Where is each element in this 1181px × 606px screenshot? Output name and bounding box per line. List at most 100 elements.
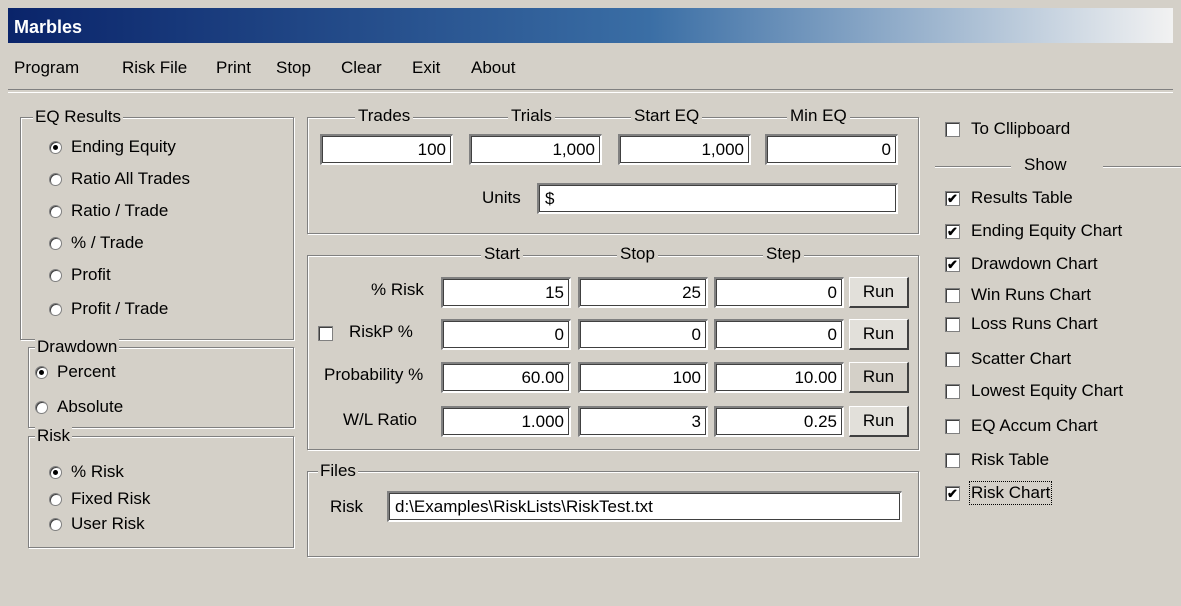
eq-ratio-all-trades-radio[interactable]: Ratio All Trades — [49, 168, 190, 190]
checkbox-icon — [945, 316, 960, 332]
pct-risk-stop-input[interactable]: 25 — [578, 277, 708, 308]
show-lowest-equity-chart-checkbox[interactable]: Lowest Equity Chart — [945, 380, 1123, 402]
trades-header: Trades — [355, 106, 414, 126]
radio-icon — [49, 172, 62, 186]
riskp-stop-input[interactable]: 0 — [578, 319, 708, 350]
risk-file-label: Risk — [330, 497, 364, 516]
trades-input[interactable]: 100 — [320, 134, 453, 165]
show-risk-table-checkbox[interactable]: Risk Table — [945, 449, 1049, 471]
risk-legend: Risk — [35, 426, 73, 446]
show-eq-accum-chart-checkbox[interactable]: EQ Accum Chart — [945, 415, 1098, 437]
start-eq-header: Start EQ — [631, 106, 703, 126]
checkbox-icon — [945, 383, 960, 399]
probability-label: Probability % — [324, 365, 424, 384]
pct-risk-label: % Risk — [371, 280, 424, 299]
show-ending-equity-chart-checkbox[interactable]: ✔ Ending Equity Chart — [945, 220, 1122, 242]
probability-stop-input[interactable]: 100 — [578, 362, 708, 393]
wl-ratio-run-button[interactable]: Run — [849, 406, 909, 437]
drawdown-legend: Drawdown — [35, 337, 120, 357]
show-drawdown-chart-checkbox[interactable]: ✔ Drawdown Chart — [945, 253, 1098, 275]
riskp-run-button[interactable]: Run — [849, 319, 909, 350]
eq-results-legend: EQ Results — [33, 107, 123, 127]
eq-percent-per-trade-radio[interactable]: % / Trade — [49, 232, 144, 254]
eq-ending-equity-radio[interactable]: Ending Equity — [49, 136, 176, 158]
risk-percent-radio[interactable]: % Risk — [49, 461, 124, 483]
menu-about[interactable]: About — [471, 58, 515, 78]
eq-results-group: EQ Results Ending Equity Ratio All Trade… — [20, 107, 294, 340]
radio-icon — [35, 400, 48, 414]
wl-ratio-stop-input[interactable]: 3 — [578, 406, 708, 437]
eq-profit-per-trade-radio[interactable]: Profit / Trade — [49, 298, 168, 320]
show-risk-chart-checkbox[interactable]: ✔ Risk Chart — [945, 481, 1053, 505]
probability-step-input[interactable]: 10.00 — [714, 362, 844, 393]
show-win-runs-chart-checkbox[interactable]: Win Runs Chart — [945, 284, 1091, 306]
radio-selected-icon — [35, 365, 48, 379]
step-header: Step — [763, 244, 804, 264]
show-header: Show — [1024, 155, 1067, 174]
checkmark-icon: ✔ — [945, 485, 960, 501]
radio-icon — [49, 268, 62, 282]
radio-icon — [49, 204, 62, 218]
start-eq-input[interactable]: 1,000 — [618, 134, 751, 165]
riskp-checkbox[interactable] — [318, 322, 344, 344]
checkbox-icon — [945, 452, 960, 468]
probability-run-button[interactable]: Run — [849, 362, 909, 393]
show-results-table-checkbox[interactable]: ✔ Results Table — [945, 187, 1073, 209]
radio-selected-icon — [49, 140, 62, 154]
checkbox-icon — [318, 325, 333, 341]
eq-ratio-per-trade-radio[interactable]: Ratio / Trade — [49, 200, 168, 222]
menu-bar: Program Risk File Print Stop Clear Exit … — [8, 48, 1173, 88]
checkbox-icon — [945, 287, 960, 303]
risk-user-radio[interactable]: User Risk — [49, 513, 145, 535]
wl-ratio-step-input[interactable]: 0.25 — [714, 406, 844, 437]
to-clipboard-checkbox[interactable]: To Cllipboard — [945, 118, 1070, 140]
show-scatter-chart-checkbox[interactable]: Scatter Chart — [945, 348, 1071, 370]
eq-profit-radio[interactable]: Profit — [49, 264, 111, 286]
menu-clear[interactable]: Clear — [341, 58, 382, 78]
radio-icon — [49, 236, 62, 250]
radio-icon — [49, 517, 62, 531]
files-legend: Files — [318, 461, 358, 481]
min-eq-input[interactable]: 0 — [765, 134, 898, 165]
drawdown-absolute-radio[interactable]: Absolute — [35, 396, 123, 418]
checkbox-icon — [945, 121, 960, 137]
checkmark-icon: ✔ — [945, 190, 960, 206]
trials-input[interactable]: 1,000 — [469, 134, 602, 165]
menu-stop[interactable]: Stop — [276, 58, 311, 78]
riskp-start-input[interactable]: 0 — [441, 319, 571, 350]
wl-ratio-label: W/L Ratio — [343, 410, 418, 429]
menu-exit[interactable]: Exit — [412, 58, 440, 78]
wl-ratio-start-input[interactable]: 1.000 — [441, 406, 571, 437]
pct-risk-run-button[interactable]: Run — [849, 277, 909, 308]
radio-selected-icon — [49, 465, 62, 479]
risk-file-path-input[interactable]: d:\Examples\RiskLists\RiskTest.txt — [387, 491, 902, 522]
stop-header: Stop — [617, 244, 658, 264]
checkbox-icon — [945, 351, 960, 367]
checkmark-icon: ✔ — [945, 256, 960, 272]
units-label: Units — [482, 188, 521, 207]
min-eq-header: Min EQ — [787, 106, 850, 126]
radio-icon — [49, 492, 62, 506]
start-header: Start — [481, 244, 523, 264]
probability-start-input[interactable]: 60.00 — [441, 362, 571, 393]
drawdown-group: Drawdown Percent Absolute — [28, 337, 294, 428]
drawdown-percent-radio[interactable]: Percent — [35, 361, 116, 383]
show-loss-runs-chart-checkbox[interactable]: Loss Runs Chart — [945, 313, 1098, 335]
window-title-bar[interactable]: Marbles — [8, 8, 1173, 43]
riskp-step-input[interactable]: 0 — [714, 319, 844, 350]
window-title: Marbles — [14, 17, 83, 37]
menu-risk-file[interactable]: Risk File — [122, 58, 187, 78]
units-input[interactable]: $ — [537, 183, 898, 214]
pct-risk-start-input[interactable]: 15 — [441, 277, 571, 308]
show-divider-right — [1103, 166, 1181, 168]
menu-separator — [8, 89, 1173, 93]
risk-fixed-radio[interactable]: Fixed Risk — [49, 488, 150, 510]
show-divider-left — [935, 166, 1011, 168]
riskp-label: RiskP % — [349, 322, 413, 341]
pct-risk-step-input[interactable]: 0 — [714, 277, 844, 308]
trials-header: Trials — [508, 106, 555, 126]
risk-group: Risk % Risk Fixed Risk User Risk — [28, 426, 294, 548]
menu-print[interactable]: Print — [216, 58, 251, 78]
radio-icon — [49, 302, 62, 316]
menu-program[interactable]: Program — [14, 58, 79, 78]
